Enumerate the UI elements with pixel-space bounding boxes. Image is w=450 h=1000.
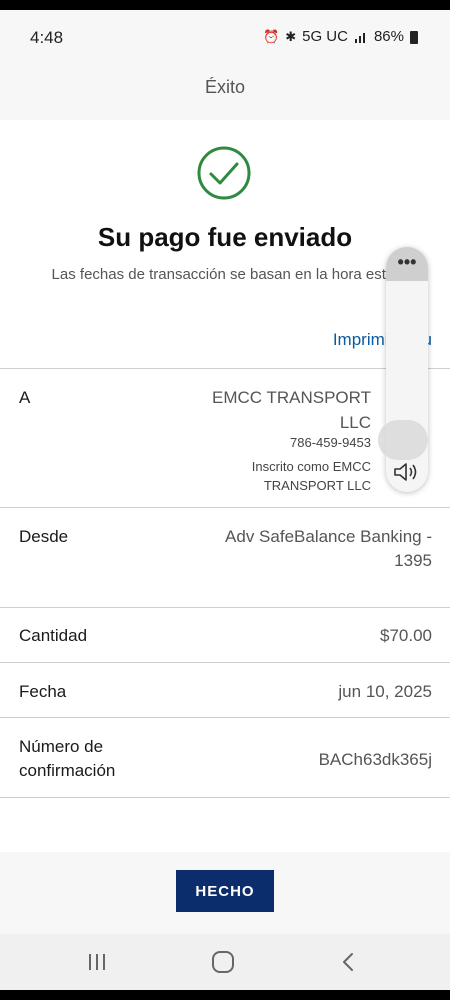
recents-icon[interactable] (86, 952, 108, 972)
battery-icon (410, 31, 418, 44)
page-title: Éxito (204, 77, 246, 97)
signal-icon (354, 32, 365, 43)
timezone-note: Las fechas de transacción se basan en la… (51, 266, 399, 283)
date-value: jun 10, 2025 (338, 682, 432, 701)
success-headline: Su pago fue enviado (97, 222, 353, 252)
status-bar: 4:48 ⏰ ✱ 5G UC 86% (0, 10, 450, 60)
recipient-name: EMCC TRANSPORT LLC (211, 388, 371, 432)
from-account: Adv SafeBalance Banking - 1395 (225, 527, 432, 570)
confirmation-number-value: BACh63dk365j (318, 750, 432, 769)
divider (0, 662, 450, 663)
amount-value: $70.00 (380, 626, 432, 645)
home-icon[interactable] (212, 951, 234, 973)
volume-slider-handle[interactable] (378, 420, 428, 460)
app-header: Éxito (0, 60, 450, 120)
screen-frame-bottom (0, 990, 450, 1000)
bluetooth-icon: ✱ (285, 28, 297, 44)
check-circle-icon (197, 146, 251, 200)
done-button[interactable]: HECHO (176, 870, 274, 912)
network-label: 5G UC (302, 28, 348, 45)
amount-label: Cantidad (19, 626, 88, 645)
date-label: Fecha (19, 682, 67, 701)
to-label: A (19, 388, 31, 407)
divider (0, 368, 450, 369)
back-icon[interactable] (341, 951, 355, 973)
divider (0, 507, 450, 508)
battery-percent: 86% (373, 28, 404, 45)
divider (0, 607, 450, 608)
alarm-icon: ⏰ (263, 28, 280, 44)
confirmation-number-label: Número de confirmación (19, 737, 116, 780)
recipient-phone: 786-459-9453 (290, 435, 371, 450)
from-label: Desde (19, 527, 69, 546)
status-icons: ⏰ ✱ 5G UC 86% (263, 28, 418, 45)
screen-frame-top (0, 0, 450, 10)
speaker-icon[interactable] (393, 461, 419, 483)
more-options-button[interactable]: ••• (386, 247, 428, 281)
status-time: 4:48 (30, 28, 64, 47)
recipient-enrolled-note: Inscrito como EMCC TRANSPORT LLC (251, 459, 371, 493)
divider (0, 717, 450, 718)
divider (0, 797, 450, 798)
